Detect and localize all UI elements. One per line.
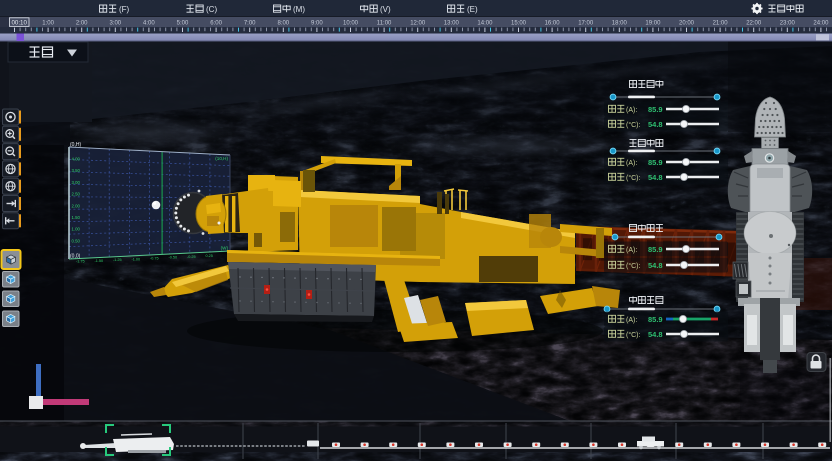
svg-text:17:00: 17:00 <box>578 21 594 27</box>
svg-text:85.9: 85.9 <box>648 245 663 254</box>
svg-text:(A):: (A): <box>626 107 637 114</box>
svg-text:11:00: 11:00 <box>377 21 392 27</box>
svg-text:3:00: 3:00 <box>109 21 121 27</box>
svg-text:10:00: 10:00 <box>343 21 359 27</box>
svg-text:6:00: 6:00 <box>210 21 222 27</box>
svg-text:2:00: 2:00 <box>76 21 88 27</box>
svg-text:-0.25: -0.25 <box>187 255 196 259</box>
svg-text:19:00: 19:00 <box>645 21 661 27</box>
svg-text:(0,H): (0,H) <box>70 142 81 148</box>
svg-text:(10,H): (10,H) <box>215 156 228 161</box>
svg-text:-0.50: -0.50 <box>169 256 178 260</box>
svg-text:4.00: 4.00 <box>72 157 81 162</box>
svg-text:(C): (C) <box>206 5 217 14</box>
svg-text:20:00: 20:00 <box>679 21 695 27</box>
svg-text:2.00: 2.00 <box>72 203 81 208</box>
svg-text:21:00: 21:00 <box>713 21 729 27</box>
svg-text:1:00: 1:00 <box>42 21 54 27</box>
svg-text:-0.75: -0.75 <box>150 256 159 260</box>
svg-text:15:00: 15:00 <box>511 21 527 27</box>
svg-text:(E): (E) <box>467 5 478 14</box>
svg-text:-1.00: -1.00 <box>132 257 141 261</box>
svg-text:0.50: 0.50 <box>72 238 81 243</box>
svg-text:(°C):: (°C): <box>626 121 641 129</box>
svg-text:54.8: 54.8 <box>648 330 663 339</box>
svg-text:16:00: 16:00 <box>545 21 561 27</box>
svg-text:(°C):: (°C): <box>626 262 641 270</box>
svg-text:(F): (F) <box>119 5 130 14</box>
svg-text:2.50: 2.50 <box>72 192 81 197</box>
svg-text:(M): (M) <box>293 5 305 14</box>
svg-text:54.8: 54.8 <box>648 120 663 129</box>
svg-text:(W): (W) <box>221 246 229 251</box>
svg-text:1.50: 1.50 <box>72 215 81 220</box>
svg-text:00:10: 00:10 <box>11 20 27 27</box>
svg-text:(°C):: (°C): <box>626 331 641 339</box>
svg-text:-1.25: -1.25 <box>113 258 122 262</box>
svg-text:(°C):: (°C): <box>626 174 641 182</box>
svg-text:1.00: 1.00 <box>72 227 81 232</box>
svg-text:(A):: (A): <box>626 317 637 324</box>
svg-text:85.9: 85.9 <box>648 315 663 324</box>
svg-text:5:00: 5:00 <box>177 21 189 27</box>
svg-text:22:00: 22:00 <box>746 21 762 27</box>
svg-text:23:00: 23:00 <box>780 21 796 27</box>
svg-text:(A):: (A): <box>626 247 637 254</box>
svg-text:4:00: 4:00 <box>143 21 155 27</box>
svg-text:85.9: 85.9 <box>648 105 663 114</box>
svg-text:(A):: (A): <box>626 160 637 167</box>
svg-text:14:00: 14:00 <box>477 21 493 27</box>
svg-text:54.8: 54.8 <box>648 173 663 182</box>
svg-text:8:00: 8:00 <box>277 21 289 27</box>
svg-text:(V): (V) <box>380 5 391 14</box>
svg-text:54.8: 54.8 <box>648 261 663 270</box>
svg-text:0.25: 0.25 <box>206 254 213 258</box>
svg-text:7:00: 7:00 <box>244 21 256 27</box>
svg-text:12:00: 12:00 <box>410 21 426 27</box>
svg-text:(0,0): (0,0) <box>70 254 81 260</box>
svg-text:18:00: 18:00 <box>612 21 628 27</box>
svg-text:3.00: 3.00 <box>72 180 81 185</box>
svg-text:85.9: 85.9 <box>648 158 663 167</box>
svg-text:13:00: 13:00 <box>444 21 460 27</box>
svg-text:24:00: 24:00 <box>813 21 829 27</box>
svg-text:-1.50: -1.50 <box>95 259 104 263</box>
svg-text:9:00: 9:00 <box>311 21 323 27</box>
svg-text:3.50: 3.50 <box>72 168 81 173</box>
svg-text:-1.75: -1.75 <box>76 260 85 264</box>
